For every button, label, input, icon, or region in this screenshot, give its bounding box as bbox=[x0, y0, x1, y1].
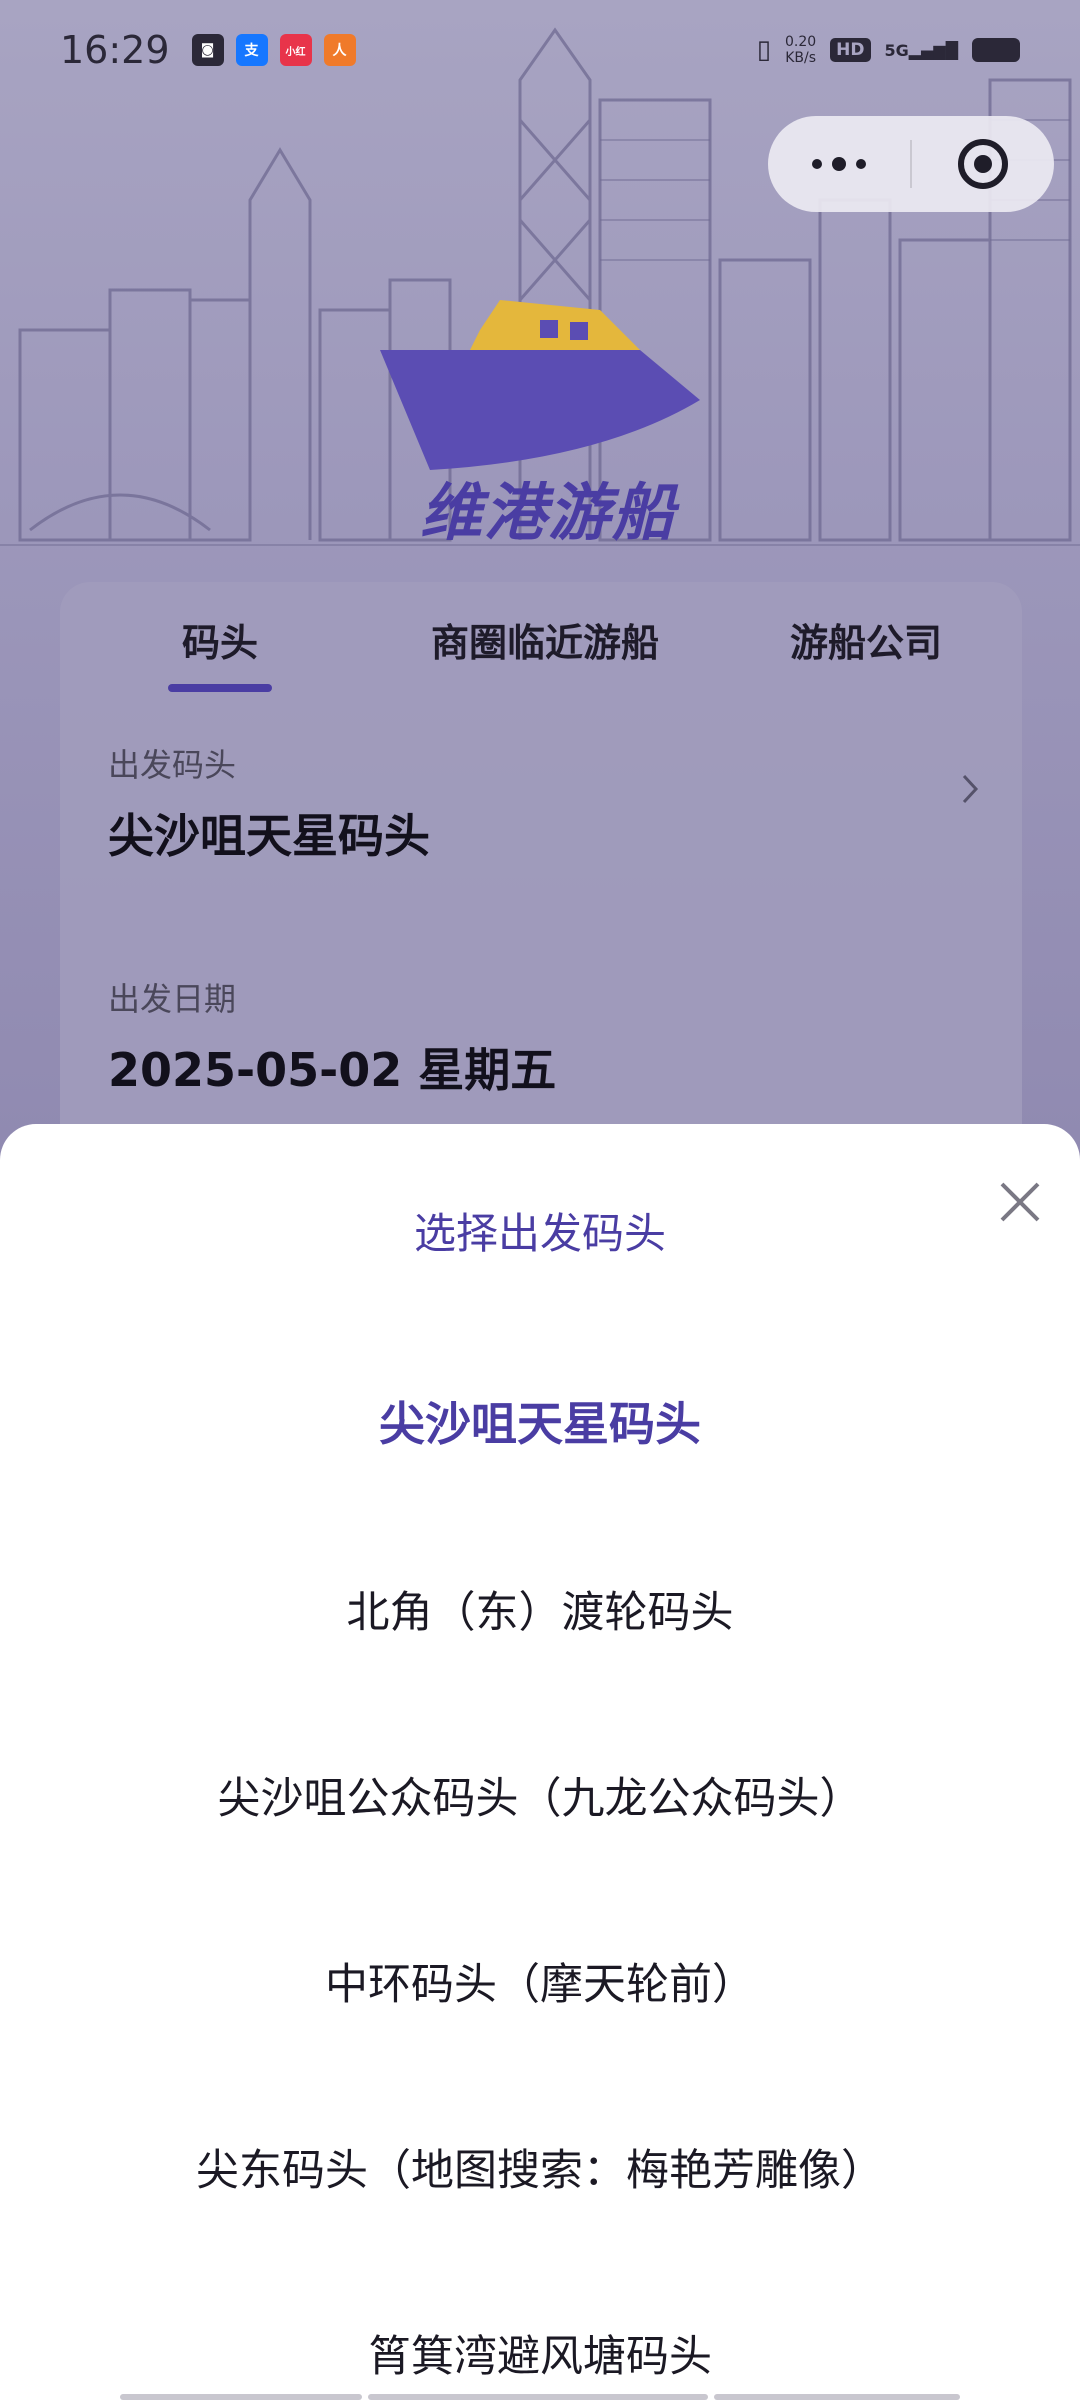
tab-cruise-company[interactable]: 游船公司 bbox=[710, 582, 1022, 692]
pier-option[interactable]: 筲箕湾避风塘码头 bbox=[0, 2322, 1080, 2384]
hero-background: 16:29 ◙ 支 小红 人 ▯ 0.20 KB/s HD 5G▂▄▆█ 维港游… bbox=[0, 0, 1080, 1200]
departure-pier-label: 出发码头 bbox=[108, 746, 237, 784]
dot-icon bbox=[832, 157, 846, 171]
nav-segment bbox=[120, 2394, 362, 2400]
status-indicators: ▯ 0.20 KB/s HD 5G▂▄▆█ bbox=[757, 34, 1020, 66]
departure-date-value: 2025-05-02 星期五 bbox=[108, 1043, 557, 1097]
close-miniprogram-button[interactable] bbox=[912, 137, 1054, 191]
alipay-icon: 支 bbox=[235, 34, 268, 66]
app-orange-icon: 人 bbox=[323, 34, 356, 66]
notification-icon: ◙ bbox=[191, 34, 224, 66]
signal-label: 5G bbox=[884, 40, 909, 60]
chevron-right-icon[interactable] bbox=[960, 772, 982, 806]
xiaohongshu-icon: 小红 bbox=[279, 34, 312, 66]
status-time: 16:29 bbox=[60, 28, 170, 72]
net-speed-unit: KB/s bbox=[785, 50, 816, 66]
close-icon[interactable] bbox=[990, 1172, 1050, 1232]
departure-date-field[interactable]: 出发日期 2025-05-02 星期五 bbox=[108, 974, 968, 1100]
sheet-title: 选择出发码头 bbox=[413, 1209, 666, 1258]
tab-nearby-cruise[interactable]: 商圈临近游船 bbox=[380, 582, 710, 692]
pier-option[interactable]: 尖东码头（地图搜索：梅艳芳雕像） bbox=[0, 2136, 1080, 2198]
tab-bar: 码头 商圈临近游船 游船公司 bbox=[60, 582, 1022, 692]
departure-date-label: 出发日期 bbox=[108, 980, 237, 1018]
departure-pier-value: 尖沙咀天星码头 bbox=[108, 809, 430, 863]
page: 16:29 ◙ 支 小红 人 ▯ 0.20 KB/s HD 5G▂▄▆█ 维港游… bbox=[0, 0, 1080, 2408]
nav-segment bbox=[714, 2394, 960, 2400]
miniprogram-capsule bbox=[768, 116, 1054, 212]
target-icon bbox=[958, 139, 1008, 189]
net-speed: 0.20 KB/s bbox=[785, 34, 816, 66]
net-speed-value: 0.20 bbox=[785, 34, 817, 50]
pier-option[interactable]: 尖沙咀公众码头（九龙公众码头） bbox=[0, 1764, 1080, 1826]
more-menu-button[interactable] bbox=[768, 157, 910, 171]
pier-option-selected[interactable]: 尖沙咀天星码头 bbox=[0, 1388, 1080, 1454]
home-indicator bbox=[120, 2394, 960, 2400]
hd-badge: HD bbox=[830, 38, 871, 62]
status-bar: 16:29 ◙ 支 小红 人 ▯ 0.20 KB/s HD 5G▂▄▆█ bbox=[0, 0, 1080, 100]
nav-segment bbox=[368, 2394, 708, 2400]
search-card: 码头 商圈临近游船 游船公司 出发码头 尖沙咀天星码头 出发日期 2025-05… bbox=[60, 582, 1022, 1200]
tab-pier[interactable]: 码头 bbox=[60, 582, 380, 692]
pier-picker-sheet: 选择出发码头 尖沙咀天星码头 北角（东）渡轮码头 尖沙咀公众码头（九龙公众码头）… bbox=[0, 1124, 1080, 2408]
dot-icon bbox=[856, 159, 866, 169]
battery-icon bbox=[972, 38, 1020, 62]
pier-option[interactable]: 北角（东）渡轮码头 bbox=[0, 1578, 1080, 1640]
signal-icon: 5G▂▄▆█ bbox=[884, 40, 958, 60]
vibrate-icon: ▯ bbox=[756, 35, 771, 65]
departure-pier-field[interactable]: 出发码头 尖沙咀天星码头 bbox=[108, 740, 968, 866]
dot-icon bbox=[812, 159, 822, 169]
pier-option[interactable]: 中环码头（摩天轮前） bbox=[0, 1950, 1080, 2012]
brand-logo-text: 维港游船 bbox=[420, 476, 677, 549]
